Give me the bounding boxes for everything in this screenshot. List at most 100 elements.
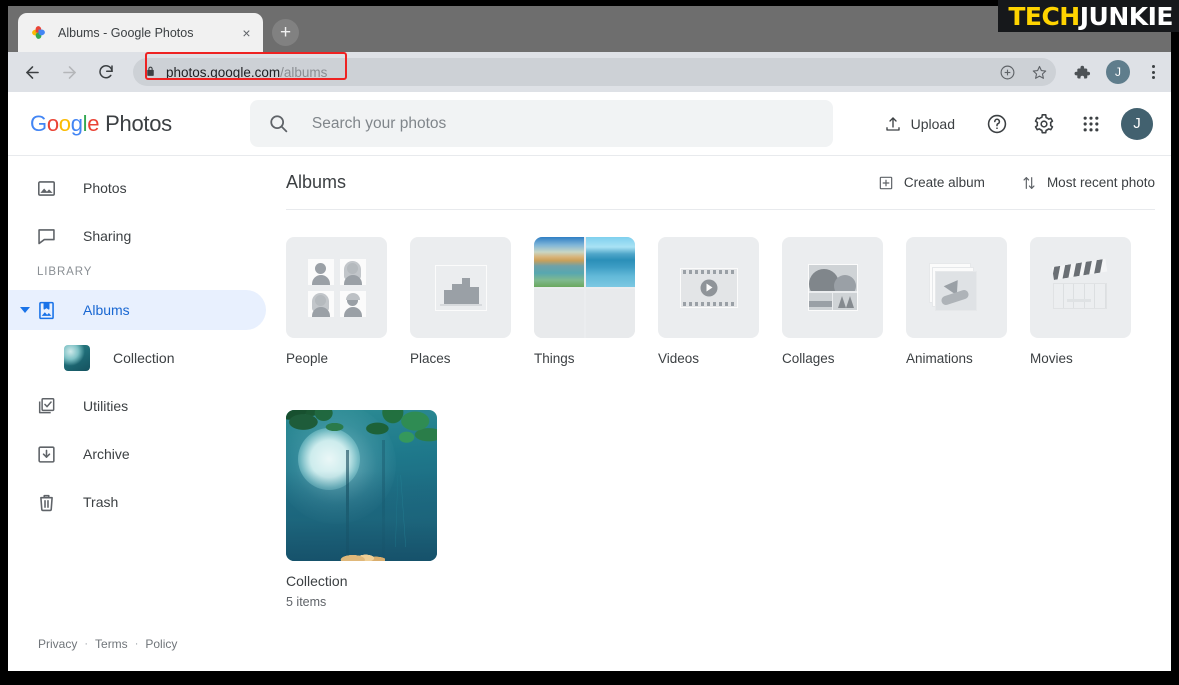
plus-square-icon (878, 175, 894, 191)
archive-box-icon (35, 443, 57, 465)
thing-empty-cell (586, 289, 636, 339)
albums-grid: Collection 5 items (286, 410, 1155, 609)
url-path: /albums (280, 65, 327, 80)
collage-grid-icon (782, 237, 883, 338)
apps-grid-icon[interactable] (1074, 107, 1108, 141)
sidebar-subitem-collection[interactable]: Collection (8, 338, 266, 378)
sidebar-footer-links: Privacy · Terms · Policy (38, 637, 177, 651)
moonlit-forest-photo (286, 410, 437, 561)
browser-profile-avatar[interactable]: J (1106, 60, 1130, 84)
sidebar-item-sharing[interactable]: Sharing (8, 216, 266, 256)
share-omnibox-icon[interactable] (998, 63, 1016, 81)
gear-icon[interactable] (1027, 107, 1061, 141)
toolbar-right-actions: J (1062, 60, 1161, 84)
album-card-collection[interactable]: Collection 5 items (286, 410, 437, 609)
reload-button[interactable] (92, 58, 120, 86)
main-content: Albums Create album (266, 156, 1171, 671)
create-album-label: Create album (904, 175, 985, 190)
category-tile-label: Places (410, 351, 511, 366)
privacy-link[interactable]: Privacy (38, 637, 77, 651)
logo-letter: G (30, 111, 47, 136)
forward-button[interactable] (55, 58, 83, 86)
cityscape-icon (410, 237, 511, 338)
category-tile-movies[interactable]: Movies (1030, 237, 1131, 366)
face-thumb (340, 291, 366, 317)
sidebar-item-trash[interactable]: Trash (8, 482, 266, 522)
sidebar-item-label: Archive (83, 446, 130, 462)
bookmark-star-icon[interactable] (1030, 63, 1048, 81)
search-placeholder: Search your photos (312, 115, 446, 133)
upload-button[interactable]: Upload (884, 115, 955, 133)
omnibox-container: photos.google.com/albums (133, 58, 1056, 86)
chevron-down-icon[interactable] (20, 307, 30, 313)
browser-toolbar: photos.google.com/albums J (8, 52, 1171, 92)
sidebar-subitem-label: Collection (113, 350, 174, 366)
collection-thumbnail (64, 345, 90, 371)
sort-arrows-icon (1021, 175, 1037, 191)
category-tile-label: People (286, 351, 387, 366)
terms-link[interactable]: Terms (95, 637, 128, 651)
google-photos-logo[interactable]: GooglePhotos (30, 111, 172, 137)
footer-separator: · (84, 638, 88, 650)
back-button[interactable] (18, 58, 46, 86)
three-dot-menu-icon[interactable] (1145, 65, 1161, 79)
animation-stack-icon (906, 237, 1007, 338)
sidebar-item-label: Utilities (83, 398, 128, 414)
face-thumb (308, 259, 334, 285)
address-bar[interactable]: photos.google.com/albums (133, 58, 1056, 86)
category-tile-label: Things (534, 351, 635, 366)
create-album-button[interactable]: Create album (878, 175, 985, 191)
help-circle-icon[interactable] (980, 107, 1014, 141)
face-thumb (308, 291, 334, 317)
url-host: photos.google.com (166, 65, 280, 80)
sidebar-item-photos[interactable]: Photos (8, 168, 266, 208)
omnibox-actions (998, 58, 1048, 86)
app-header: GooglePhotos Search your photos Upload (8, 92, 1171, 156)
chat-bubble-icon (35, 225, 57, 247)
header-actions: Upload J (884, 107, 1153, 141)
logo-letter: o (47, 111, 59, 136)
browser-tab[interactable]: Albums - Google Photos × (18, 13, 263, 52)
page-title: Albums (286, 172, 346, 193)
new-tab-button[interactable]: + (272, 19, 299, 46)
category-tile-collages[interactable]: Collages (782, 237, 883, 366)
category-tile-label: Movies (1030, 351, 1131, 366)
album-title: Collection (286, 573, 437, 589)
category-tile-videos[interactable]: Videos (658, 237, 759, 366)
category-tile-things[interactable]: Things (534, 237, 635, 366)
sort-order-button[interactable]: Most recent photo (1021, 175, 1155, 191)
sidebar-item-albums[interactable]: Albums (8, 290, 266, 330)
photo-quad-thumbnails (534, 237, 635, 338)
page-body: Photos Sharing LIBRARY A (8, 156, 1171, 671)
url-text: photos.google.com/albums (166, 65, 327, 80)
sidebar-item-utilities[interactable]: Utilities (8, 386, 266, 426)
albums-toolbar: Albums Create album (286, 156, 1155, 210)
techjunkie-watermark: TECHJUNKIE (998, 0, 1179, 32)
album-item-count: 5 items (286, 595, 437, 609)
clapperboard-icon (1030, 237, 1131, 338)
albums-actions: Create album Most recent photo (878, 175, 1155, 191)
category-tiles-row: People (286, 237, 1155, 366)
close-icon[interactable]: × (238, 24, 255, 41)
account-avatar[interactable]: J (1121, 108, 1153, 140)
policy-link[interactable]: Policy (145, 637, 177, 651)
sidebar-item-archive[interactable]: Archive (8, 434, 266, 474)
category-tile-places[interactable]: Places (410, 237, 511, 366)
people-faces-grid-icon (286, 237, 387, 338)
album-book-icon (35, 299, 57, 321)
upload-icon (884, 115, 902, 133)
puzzle-piece-icon[interactable] (1072, 63, 1091, 82)
search-input[interactable]: Search your photos (250, 100, 833, 147)
category-tile-label: Animations (906, 351, 1007, 366)
lock-icon (144, 65, 158, 79)
category-tile-animations[interactable]: Animations (906, 237, 1007, 366)
logo-letter: o (59, 111, 71, 136)
trash-can-icon (35, 491, 57, 513)
watermark-tech-text: TECH (1008, 2, 1079, 31)
play-icon (700, 279, 717, 296)
upload-label: Upload (911, 116, 955, 132)
category-tile-people[interactable]: People (286, 237, 387, 366)
screenshot-frame: TECHJUNKIE Albums - Google Photos × + (0, 0, 1179, 685)
logo-word-photos: Photos (105, 111, 172, 136)
checkbox-stack-icon (35, 395, 57, 417)
